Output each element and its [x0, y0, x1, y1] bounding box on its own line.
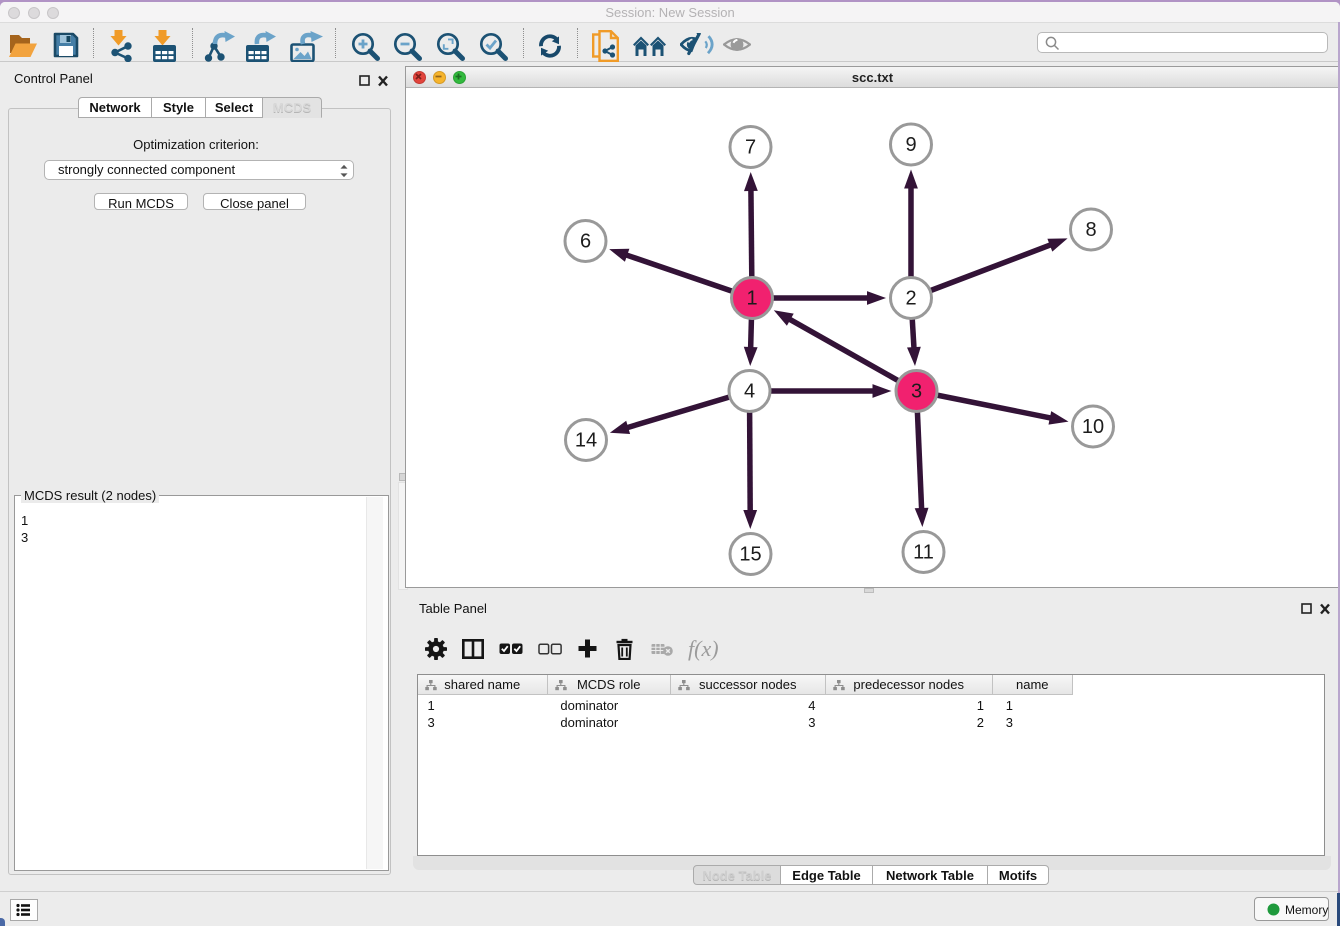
svg-text:15: 15	[739, 544, 761, 566]
svg-text:1: 1	[746, 288, 757, 310]
svg-text:14: 14	[575, 430, 597, 452]
svg-text:10: 10	[1082, 416, 1104, 438]
svg-text:4: 4	[744, 381, 755, 403]
svg-text:7: 7	[745, 137, 756, 159]
svg-text:9: 9	[905, 134, 916, 156]
svg-text:3: 3	[911, 381, 922, 403]
svg-text:11: 11	[913, 542, 934, 564]
svg-text:6: 6	[580, 231, 591, 253]
svg-text:8: 8	[1085, 219, 1096, 241]
svg-text:2: 2	[905, 288, 916, 310]
